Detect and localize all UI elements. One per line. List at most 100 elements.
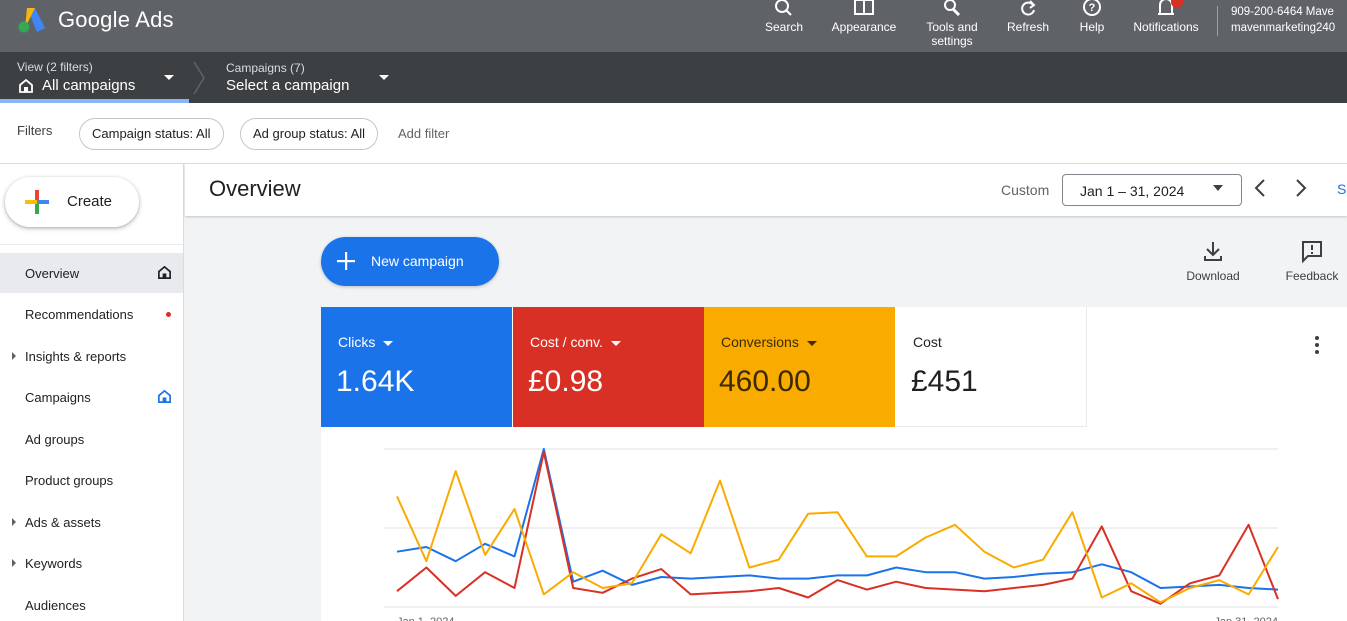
notifications-label: Notifications — [1133, 20, 1199, 34]
sidebar: Create Overview Recommendations Insights… — [0, 164, 184, 621]
metric-name: Clicks — [338, 334, 376, 350]
metric-name: Cost / conv. — [530, 334, 603, 350]
feedback-icon — [1302, 241, 1322, 263]
sidebar-item-keywords[interactable]: Keywords — [0, 543, 183, 583]
svg-text:?: ? — [1089, 2, 1096, 14]
chevron-down-icon — [806, 340, 817, 346]
performance-line-chart: Jan 1, 2024 Jan 31, 2024 — [384, 448, 1279, 621]
sidebar-item-label: Campaigns — [25, 390, 91, 405]
download-label: Download — [1186, 269, 1240, 283]
download-button[interactable]: Download — [1173, 239, 1253, 283]
more-options-icon[interactable] — [1314, 335, 1320, 355]
brand-name: Google Ads — [58, 7, 174, 32]
create-button[interactable]: Create — [5, 177, 139, 227]
ad-group-status-filter-chip[interactable]: Ad group status: All — [240, 118, 379, 150]
sidebar-item-audiences[interactable]: Audiences — [0, 585, 183, 621]
campaign-status-filter-chip[interactable]: Campaign status: All — [79, 118, 224, 150]
chevron-left-icon[interactable] — [1253, 178, 1267, 198]
home-blue-icon — [158, 389, 171, 403]
sidebar-item-label: Insights & reports — [25, 349, 127, 364]
metric-label: Cost / conv. — [530, 334, 621, 350]
performance-card: Clicks 1.64K Cost / conv. £0.98 Conversi… — [321, 307, 1347, 621]
page-header: Overview Custom Jan 1 – 31, 2024 S — [185, 164, 1347, 216]
metric-label: Cost — [913, 334, 942, 350]
help-button[interactable]: ? Help — [1074, 0, 1110, 52]
metric-cost-per-conversion[interactable]: Cost / conv. £0.98 — [513, 307, 704, 427]
date-range-value: Jan 1 – 31, 2024 — [1080, 183, 1185, 199]
refresh-button[interactable]: Refresh — [1004, 0, 1052, 52]
metric-clicks[interactable]: Clicks 1.64K — [321, 307, 512, 427]
account-email: mavenmarketing240 — [1231, 22, 1336, 34]
appearance-label: Appearance — [831, 20, 897, 34]
notifications-button[interactable]: Notifications — [1124, 0, 1208, 52]
chevron-down-icon — [383, 340, 394, 346]
chart-series-group — [396, 448, 1279, 605]
toolbar-divider — [1217, 6, 1218, 36]
sidebar-item-overview[interactable]: Overview — [0, 253, 183, 293]
metric-label: Clicks — [338, 334, 394, 350]
metric-conversions[interactable]: Conversions 460.00 — [704, 307, 895, 427]
metric-name: Cost — [913, 334, 942, 350]
sidebar-divider — [0, 244, 184, 245]
view-selector[interactable]: View (2 filters) All campaigns — [0, 52, 189, 103]
tools-settings-button[interactable]: Tools and settings — [918, 0, 986, 52]
chevron-right-icon[interactable] — [1294, 178, 1308, 198]
new-campaign-button[interactable]: New campaign — [321, 237, 499, 286]
sidebar-item-ad-groups[interactable]: Ad groups — [0, 419, 183, 459]
metric-value: 460.00 — [719, 365, 811, 398]
page-title: Overview — [209, 176, 301, 201]
sidebar-item-label: Ad groups — [25, 432, 85, 447]
chevron-right-icon — [193, 61, 205, 95]
google-ads-logo-icon — [18, 8, 45, 33]
expand-arrow-icon — [12, 559, 16, 567]
view-selected: All campaigns — [42, 77, 136, 94]
sidebar-item-label: Audiences — [25, 598, 86, 613]
metric-value: 1.64K — [336, 365, 415, 398]
brand[interactable]: Google Ads — [16, 4, 174, 36]
sidebar-item-insights-reports[interactable]: Insights & reports — [0, 336, 183, 376]
create-label: Create — [67, 193, 113, 210]
sidebar-item-campaigns[interactable]: Campaigns — [0, 377, 183, 417]
truncated-link[interactable]: S — [1337, 181, 1346, 197]
sidebar-item-label: Ads & assets — [25, 515, 101, 530]
appearance-button[interactable]: Appearance — [826, 0, 902, 52]
expand-arrow-icon — [12, 352, 16, 360]
search-button[interactable]: Search — [762, 0, 806, 52]
top-bar: Google Ads Search Appearance Tools and s… — [0, 0, 1347, 52]
refresh-icon — [1021, 0, 1036, 16]
wrench-icon — [944, 0, 961, 17]
help-label: Help — [1079, 20, 1105, 34]
metric-value: £0.98 — [528, 365, 604, 398]
date-range-picker[interactable]: Jan 1 – 31, 2024 — [1062, 174, 1242, 206]
add-filter-button[interactable]: Add filter — [398, 126, 449, 141]
plus-multicolor-icon — [25, 190, 49, 214]
chevron-down-icon[interactable] — [378, 74, 390, 82]
account-info[interactable]: 909-200-6464 Mave mavenmarketing240 — [1231, 4, 1347, 36]
metric-cost[interactable]: Cost £451 — [896, 307, 1087, 427]
metric-value: £451 — [911, 365, 978, 398]
sidebar-item-product-groups[interactable]: Product groups — [0, 460, 183, 500]
campaign-count: Campaigns (7) — [226, 61, 305, 75]
sidebar-item-recommendations[interactable]: Recommendations — [0, 294, 183, 334]
home-icon — [19, 78, 33, 93]
app-root: Google Ads Search Appearance Tools and s… — [0, 0, 1347, 621]
metric-name: Conversions — [721, 334, 799, 350]
date-range-type: Custom — [1001, 182, 1050, 198]
plus-icon — [337, 252, 355, 270]
chart-x-axis: Jan 1, 2024 Jan 31, 2024 — [397, 616, 1278, 621]
metric-label: Conversions — [721, 334, 817, 350]
home-icon — [158, 265, 171, 279]
recommendations-alert-dot — [166, 312, 171, 317]
feedback-button[interactable]: Feedback — [1272, 239, 1347, 283]
sidebar-item-label: Product groups — [25, 473, 114, 488]
sidebar-item-ads-assets[interactable]: Ads & assets — [0, 502, 183, 542]
search-label: Search — [764, 20, 804, 34]
tools-settings-label: Tools and settings — [926, 20, 978, 48]
sidebar-item-label: Keywords — [25, 556, 83, 571]
feedback-label: Feedback — [1285, 269, 1339, 283]
chart-x-tick-label: Jan 31, 2024 — [1214, 616, 1278, 621]
appearance-icon — [854, 0, 874, 15]
campaign-selected: Select a campaign — [226, 77, 350, 94]
expand-arrow-icon — [12, 518, 16, 526]
filter-bar: Filters Campaign status: All Ad group st… — [0, 103, 1347, 164]
